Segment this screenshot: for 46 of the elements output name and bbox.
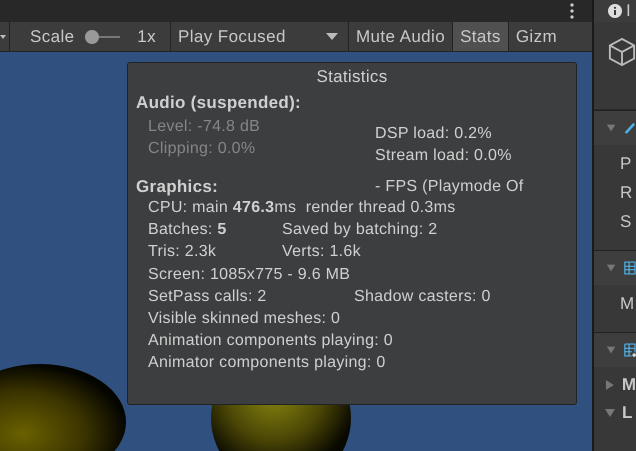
cube-icon xyxy=(608,36,636,68)
grid-brush-icon xyxy=(624,342,636,358)
stat-text: Stream load: 0.0% xyxy=(375,146,513,166)
stat-text: SetPass calls: 2 xyxy=(148,286,268,307)
stat-text: Visible skinned meshes: 0 xyxy=(148,309,340,330)
field-label: S xyxy=(620,212,632,232)
stat-text: CPU: main 476.3ms render thread 0.3ms xyxy=(148,198,456,218)
tab-label[interactable]: I xyxy=(626,1,631,21)
stat-text: Animation components playing: 0 xyxy=(148,331,393,352)
component-header[interactable] xyxy=(594,332,636,367)
stat-text: Level: -74.8 dB xyxy=(148,117,262,137)
stat-text: Tris: 2.3k xyxy=(148,242,218,262)
toolbar-toggle[interactable]: Stats xyxy=(453,22,508,51)
panel-title: Statistics xyxy=(315,67,389,87)
expanded-triangle-icon[interactable] xyxy=(606,262,616,274)
component-header[interactable] xyxy=(594,250,636,285)
stat-text: Clipping: 0.0% xyxy=(148,139,256,159)
axis-icon xyxy=(624,120,636,136)
stat-text: Saved by batching: 2 xyxy=(282,220,438,240)
foldout-label[interactable]: M xyxy=(622,375,636,395)
field-label: P xyxy=(620,154,632,174)
scale-value: 1x xyxy=(137,26,156,46)
stat-text: Batches: 5 xyxy=(148,220,228,240)
collapsed-triangle-icon[interactable] xyxy=(604,379,616,391)
field-label: R xyxy=(620,182,632,202)
slider-thumb[interactable] xyxy=(84,30,99,44)
stat-text: Screen: 1085x775 - 9.6 MB xyxy=(148,264,350,285)
foldout-label[interactable]: L xyxy=(622,403,632,423)
info-icon xyxy=(608,4,622,18)
stat-text: Animator components playing: 0 xyxy=(148,353,386,374)
stat-text: DSP load: 0.2% xyxy=(375,124,493,144)
section-heading: Audio (suspended): xyxy=(136,93,302,113)
scale-label: Scale xyxy=(30,26,75,46)
section-heading: Graphics: xyxy=(136,177,220,197)
expanded-triangle-icon[interactable] xyxy=(604,407,616,419)
dropdown-caret-icon xyxy=(326,32,338,40)
stat-text: - FPS (Playmode Of xyxy=(375,178,525,196)
stat-text: Shadow casters: 0 xyxy=(354,286,491,307)
expanded-triangle-icon[interactable] xyxy=(606,344,616,356)
stat-text: Verts: 1.6k xyxy=(282,242,361,262)
component-header[interactable] xyxy=(594,110,636,145)
more-options-icon[interactable] xyxy=(570,3,574,19)
field-label: M xyxy=(620,294,634,314)
expanded-triangle-icon[interactable] xyxy=(606,122,616,134)
grid-icon xyxy=(624,260,636,276)
dropdown-caret-icon[interactable] xyxy=(0,34,6,40)
